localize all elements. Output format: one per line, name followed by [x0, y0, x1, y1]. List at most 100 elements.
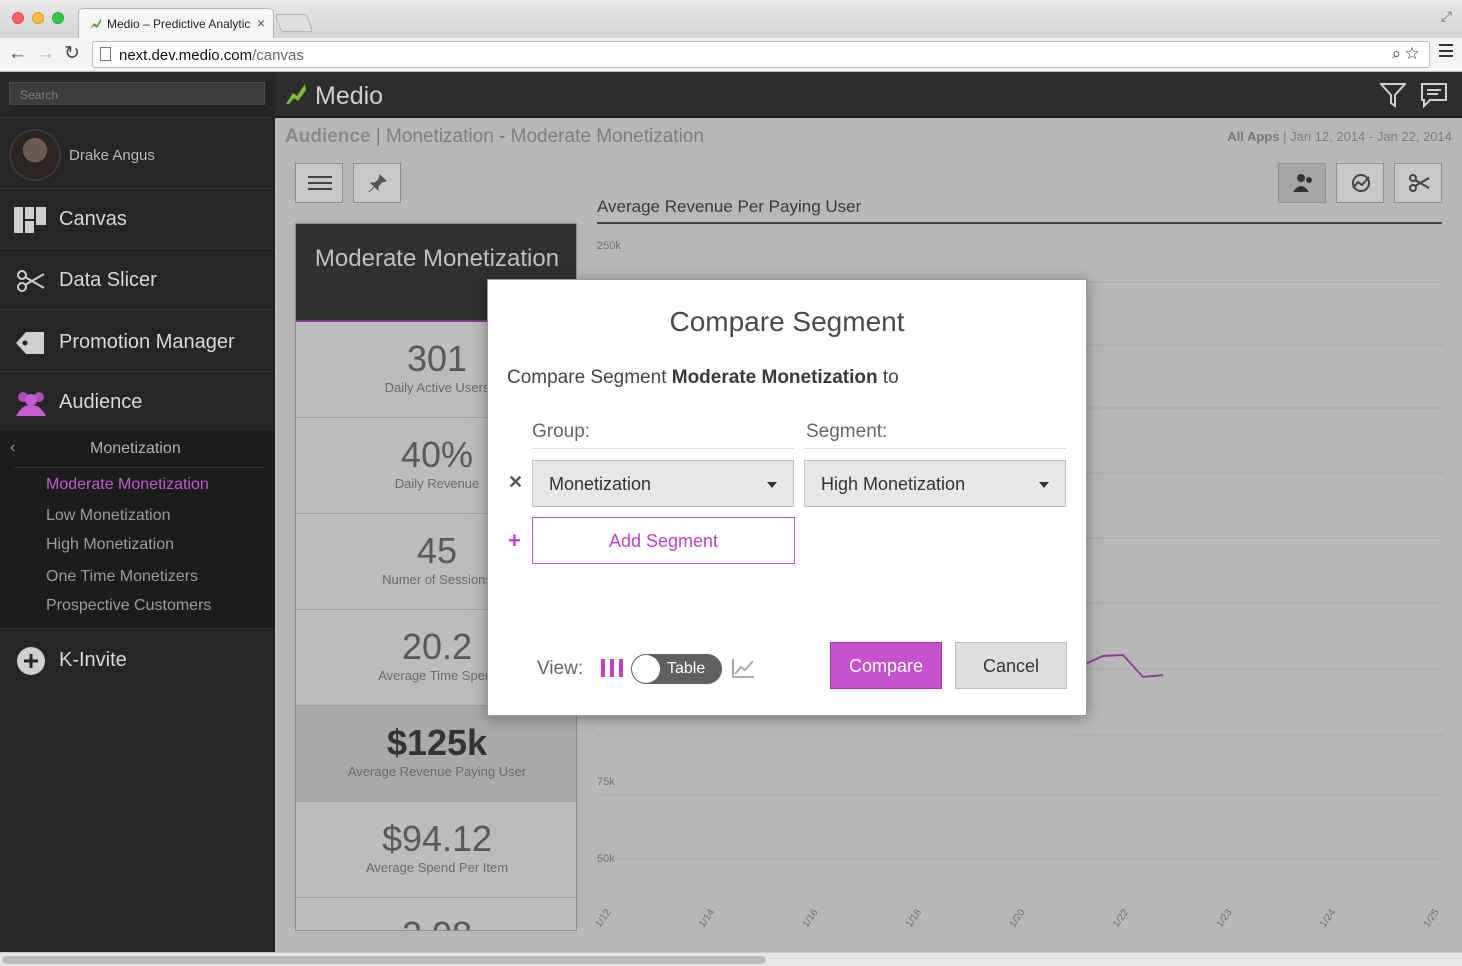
horizontal-scrollbar[interactable] [0, 952, 1462, 966]
x-tick-label: 1/24 [1318, 907, 1338, 930]
user-profile[interactable]: Drake Angus [0, 117, 275, 189]
sidebar-subitem-one-time-monetizers[interactable]: One Time Monetizers [46, 568, 198, 586]
kpi-value: 2.08 [296, 916, 576, 931]
browser-tab[interactable]: Medio – Predictive Analytic × [78, 8, 274, 38]
menu-toggle-button[interactable] [295, 163, 343, 203]
audience-view-button[interactable] [1278, 163, 1326, 203]
zoom-window-button[interactable] [52, 12, 64, 24]
y-tick-label: 250k [597, 240, 621, 252]
reload-icon[interactable]: ↻ [64, 42, 80, 66]
kpi-label: Average Spend Per Item [365, 860, 509, 875]
sidebar-item-label: Data Slicer [59, 269, 157, 291]
bar-chart-icon[interactable] [600, 658, 624, 678]
submenu-list: Moderate Monetization Low Monetization H… [0, 467, 275, 629]
tab-close-icon[interactable]: × [257, 15, 265, 31]
chat-icon[interactable] [1420, 82, 1448, 108]
avatar [9, 129, 61, 181]
kpi-card[interactable]: $94.12 Average Spend Per Item [296, 802, 576, 898]
users-icon [1293, 174, 1312, 192]
add-segment-button[interactable]: Add Segment [532, 517, 795, 564]
chevron-down-icon [767, 482, 777, 488]
promotion-view-button[interactable] [1336, 163, 1384, 203]
hamburger-icon [308, 176, 332, 190]
cancel-button[interactable]: Cancel [955, 642, 1067, 689]
zoom-icon[interactable]: ⌕ [1392, 44, 1406, 63]
medio-logo-icon [286, 84, 306, 104]
date-range[interactable]: All Apps | Jan 12, 2014 - Jan 22, 2014 [1227, 129, 1452, 144]
tag-icon [16, 332, 44, 354]
group-select[interactable]: Monetization [532, 460, 794, 507]
x-tick-label: 1/22 [1111, 907, 1131, 930]
x-tick-label: 1/23 [1214, 907, 1234, 930]
app-scope: All Apps [1227, 129, 1280, 144]
kpi-card-selected[interactable]: $125k Average Revenue Paying User [296, 706, 576, 802]
group-select-value: Monetization [549, 474, 652, 494]
subtitle-segment: Moderate Monetization [671, 367, 878, 388]
sidebar-item-promotion-manager[interactable]: Promotion Manager [0, 312, 275, 372]
add-icon[interactable]: + [508, 528, 521, 554]
sidebar-subitem-moderate-monetization[interactable]: Moderate Monetization [46, 476, 209, 494]
sidebar: Search Drake Angus Canvas Data Slicer Pr… [0, 72, 275, 952]
sidebar-subitem-prospective-customers[interactable]: Prospective Customers [46, 597, 211, 615]
audience-icon [16, 392, 46, 416]
sidebar-subitem-low-monetization[interactable]: Low Monetization [46, 507, 171, 525]
dialog-subtitle: Compare Segment Moderate Monetization to [507, 367, 899, 389]
breadcrumb-root[interactable]: Audience [285, 126, 371, 147]
browser-toolbar: ← → ↻ next.dev.medio.com/canvas ⌕☆ [0, 38, 1462, 72]
minimize-window-button[interactable] [32, 12, 44, 24]
fullscreen-icon[interactable]: ⤢ [1441, 8, 1452, 25]
dialog-title: Compare Segment [669, 306, 905, 337]
sidebar-item-audience[interactable]: Audience [0, 372, 275, 432]
app-header: Medio [275, 72, 1462, 118]
medio-favicon-icon [90, 18, 101, 29]
scrollbar-thumb[interactable] [2, 956, 766, 964]
x-tick-label: 1/25 [1421, 907, 1441, 930]
filter-icon[interactable] [1380, 82, 1406, 108]
app-title: Medio [315, 82, 384, 110]
kpi-value: $94.12 [381, 818, 493, 859]
sidebar-subitem-high-monetization[interactable]: High Monetization [46, 536, 174, 554]
kpi-card[interactable]: 2.08 [296, 898, 576, 931]
view-toggle[interactable]: Table [631, 654, 722, 684]
close-window-button[interactable] [12, 12, 24, 24]
divider [532, 448, 794, 449]
back-icon[interactable]: ← [8, 42, 27, 66]
new-tab-button[interactable] [274, 14, 314, 32]
x-tick-label: 1/20 [1007, 907, 1027, 930]
address-bar[interactable]: next.dev.medio.com/canvas ⌕☆ [92, 41, 1430, 68]
toggle-label: Table [667, 660, 706, 677]
x-tick-label: 1/14 [697, 907, 717, 930]
forward-icon[interactable]: → [36, 42, 55, 66]
sidebar-item-k-invite[interactable]: K-Invite [0, 630, 275, 690]
remove-row-icon[interactable]: ✕ [508, 472, 523, 493]
megaphone-icon [1352, 174, 1370, 192]
scissors-icon [1409, 174, 1430, 192]
x-tick-label: 1/12 [593, 907, 613, 930]
x-tick-label: 1/18 [904, 907, 924, 930]
sidebar-item-label: K-Invite [59, 649, 127, 671]
date-range-text: | Jan 12, 2014 - Jan 22, 2014 [1279, 129, 1452, 144]
browser-tabbar: Medio – Predictive Analytic × ⤢ [0, 0, 1462, 38]
line-chart-icon[interactable] [731, 657, 755, 679]
chevron-left-icon[interactable]: ‹ [10, 439, 15, 457]
compare-segment-dialog: Compare Segment Compare Segment Moderate… [487, 279, 1087, 716]
subtitle-suffix: to [877, 367, 899, 388]
compare-button[interactable]: Compare [830, 642, 942, 689]
segment-label: Segment: [806, 421, 888, 442]
search-input[interactable]: Search [9, 82, 265, 105]
sidebar-item-data-slicer[interactable]: Data Slicer [0, 250, 275, 310]
page-icon [100, 47, 111, 61]
pin-button[interactable] [353, 163, 401, 203]
bookmark-star-icon[interactable]: ☆ [1405, 44, 1423, 63]
tab-title: Medio – Predictive Analytic [107, 17, 251, 31]
submenu-header[interactable]: ‹ Monetization [0, 431, 275, 467]
breadcrumb: Audience | Monetization - Moderate Monet… [285, 126, 704, 148]
plus-circle-icon [17, 647, 45, 675]
data-slicer-view-button[interactable] [1394, 163, 1442, 203]
segment-select[interactable]: High Monetization [804, 460, 1066, 507]
divider [804, 448, 1066, 449]
sidebar-item-canvas[interactable]: Canvas [0, 189, 275, 249]
y-tick-label: 50k [597, 853, 615, 865]
submenu-title: Monetization [90, 440, 181, 457]
browser-menu-icon[interactable] [1439, 44, 1453, 57]
